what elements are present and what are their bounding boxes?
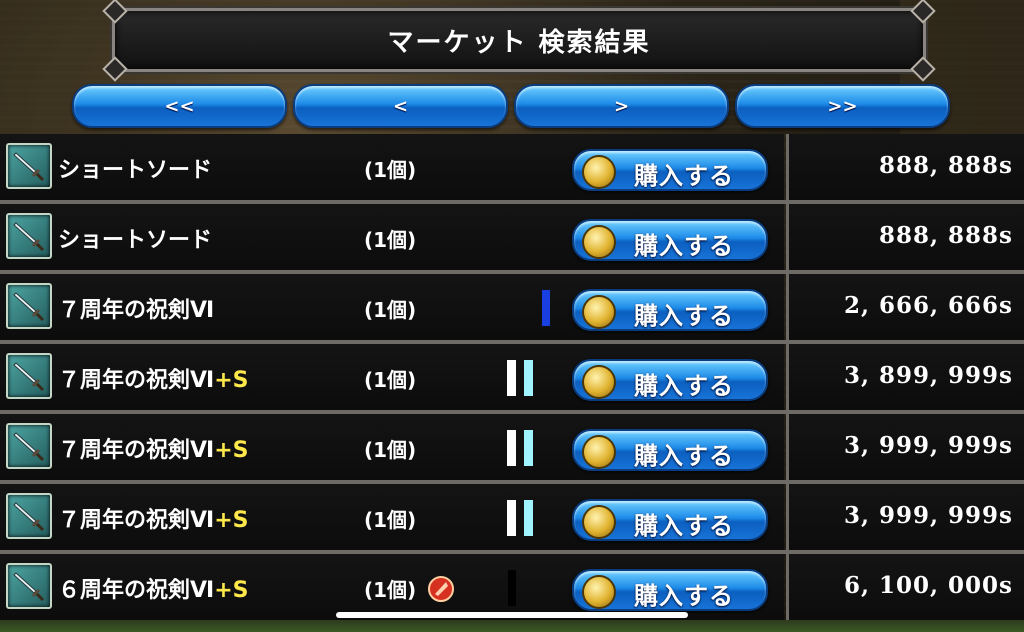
bottom-strip <box>0 620 1024 632</box>
price-cell: 3, 899, 999s <box>786 344 1024 410</box>
buy-button[interactable]: 購入する <box>572 219 768 261</box>
item-price: 888, 888s <box>879 152 1013 179</box>
item-count: (1個) <box>364 298 417 322</box>
buy-button[interactable]: 購入する <box>572 359 768 401</box>
item-cell: ６周年の祝剣Ⅵ+S (1個) 購入する <box>0 554 784 620</box>
item-price: 3, 999, 999s <box>843 502 1013 529</box>
pagination-nav: << < > >> <box>72 84 950 128</box>
item-name: ７周年の祝剣Ⅵ+S <box>58 508 249 533</box>
item-cell: ７周年の祝剣Ⅵ+S (1個) 購入する <box>0 414 784 480</box>
coin-icon <box>582 155 616 189</box>
item-price: 2, 666, 666s <box>843 292 1013 319</box>
status-marker <box>542 290 550 326</box>
item-name: ７周年の祝剣Ⅵ+S <box>58 438 249 463</box>
item-price: 888, 888s <box>879 222 1013 249</box>
item-cell: ７周年の祝剣Ⅵ+S (1個) 購入する <box>0 484 784 550</box>
prev-page-button[interactable]: < <box>293 84 508 128</box>
item-count: (1個) <box>364 228 417 252</box>
last-page-button[interactable]: >> <box>735 84 950 128</box>
item-cell: ショートソード (1個) 購入する <box>0 204 784 270</box>
coin-icon <box>582 505 616 539</box>
red-crest-icon <box>428 576 454 602</box>
first-page-button[interactable]: << <box>72 84 287 128</box>
table-row: ７周年の祝剣Ⅵ (1個) 購入する 2, 666, 666s <box>0 274 1024 344</box>
status-marker <box>507 500 516 536</box>
buy-button-label: 購入する <box>634 372 734 400</box>
buy-button[interactable]: 購入する <box>572 429 768 471</box>
status-marker <box>507 430 516 466</box>
home-indicator[interactable] <box>336 612 688 618</box>
item-cell: ７周年の祝剣Ⅵ+S (1個) 購入する <box>0 344 784 410</box>
buy-button-label: 購入する <box>634 442 734 470</box>
sword-icon <box>6 283 52 329</box>
coin-icon <box>582 575 616 609</box>
item-cell: ショートソード (1個) 購入する <box>0 134 784 200</box>
table-row: ７周年の祝剣Ⅵ+S (1個) 購入する 3, 999, 999s <box>0 484 1024 554</box>
sword-icon <box>6 143 52 189</box>
item-count: (1個) <box>364 438 417 462</box>
next-page-button[interactable]: > <box>514 84 729 128</box>
item-count: (1個) <box>364 368 417 392</box>
item-count: (1個) <box>364 508 417 532</box>
item-count: (1個) <box>364 158 417 182</box>
buy-button[interactable]: 購入する <box>572 569 768 611</box>
item-name: ６周年の祝剣Ⅵ+S <box>58 578 249 603</box>
buy-button[interactable]: 購入する <box>572 499 768 541</box>
status-marker <box>524 360 533 396</box>
price-cell: 888, 888s <box>786 204 1024 270</box>
table-row: ７周年の祝剣Ⅵ+S (1個) 購入する 3, 999, 999s <box>0 414 1024 484</box>
price-cell: 2, 666, 666s <box>786 274 1024 340</box>
buy-button-label: 購入する <box>634 232 734 260</box>
table-row: ショートソード (1個) 購入する 888, 888s <box>0 204 1024 274</box>
coin-icon <box>582 435 616 469</box>
item-name: ショートソード <box>58 158 213 183</box>
coin-icon <box>582 365 616 399</box>
price-cell: 3, 999, 999s <box>786 414 1024 480</box>
sword-icon <box>6 423 52 469</box>
table-row: ショートソード (1個) 購入する 888, 888s <box>0 134 1024 204</box>
coin-icon <box>582 295 616 329</box>
status-marker <box>507 360 516 396</box>
item-name: ７周年の祝剣Ⅵ+S <box>58 368 249 393</box>
item-name: ショートソード <box>58 228 213 253</box>
buy-button-label: 購入する <box>634 302 734 330</box>
sword-icon <box>6 563 52 609</box>
item-price: 3, 899, 999s <box>843 362 1013 389</box>
result-list: ショートソード (1個) 購入する 888, 888s ショートソード (1個) <box>0 134 1024 624</box>
status-marker <box>508 570 516 606</box>
status-marker <box>524 500 533 536</box>
sword-icon <box>6 493 52 539</box>
item-price: 3, 999, 999s <box>843 432 1013 459</box>
sword-icon <box>6 353 52 399</box>
table-row: ７周年の祝剣Ⅵ+S (1個) 購入する 3, 899, 999s <box>0 344 1024 414</box>
buy-button[interactable]: 購入する <box>572 149 768 191</box>
sword-icon <box>6 213 52 259</box>
buy-button-label: 購入する <box>634 162 734 190</box>
status-marker <box>524 430 533 466</box>
item-name: ７周年の祝剣Ⅵ <box>58 298 215 323</box>
price-cell: 888, 888s <box>786 134 1024 200</box>
price-cell: 6, 100, 000s <box>786 554 1024 620</box>
price-cell: 3, 999, 999s <box>786 484 1024 550</box>
item-cell: ７周年の祝剣Ⅵ (1個) 購入する <box>0 274 784 340</box>
buy-button-label: 購入する <box>634 512 734 540</box>
item-price: 6, 100, 000s <box>843 572 1013 599</box>
buy-button[interactable]: 購入する <box>572 289 768 331</box>
title-bar: マーケット 検索結果 <box>102 0 936 82</box>
page-title: マーケット 検索結果 <box>387 27 651 58</box>
buy-button-label: 購入する <box>634 582 734 610</box>
coin-icon <box>582 225 616 259</box>
item-count: (1個) <box>364 578 417 602</box>
